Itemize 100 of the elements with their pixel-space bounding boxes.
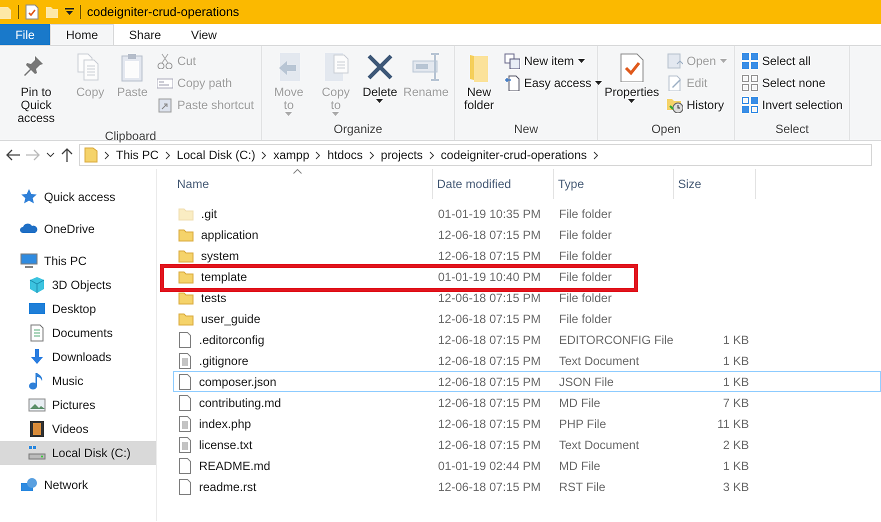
date-cell-text: 12-06-18 07:15 PM — [437, 478, 542, 496]
breadcrumb-item[interactable]: projects — [380, 146, 423, 164]
shortcut-icon — [157, 97, 174, 113]
nav-item[interactable]: Music — [0, 369, 156, 393]
file-name[interactable]: .git — [201, 204, 218, 222]
file-name[interactable]: readme.rst — [199, 478, 256, 496]
file-name[interactable]: .editorconfig — [199, 330, 264, 348]
breadcrumb-item[interactable]: htdocs — [327, 146, 363, 164]
folder-icon — [0, 5, 12, 19]
file-name[interactable]: template — [201, 268, 248, 286]
date-cell-text: 12-06-18 07:15 PM — [437, 332, 542, 348]
column-header[interactable]: Size — [674, 169, 756, 199]
date-cell-text: 12-06-18 07:15 PM — [437, 416, 542, 432]
date-cell-text: 12-06-18 07:15 PM — [437, 226, 542, 244]
column-header[interactable]: Name — [173, 169, 433, 199]
nav-item[interactable]: OneDrive — [0, 217, 156, 241]
file-name[interactable]: README.md — [199, 456, 270, 474]
ribbon-button[interactable]: History — [664, 94, 730, 116]
chevron-icon[interactable] — [428, 150, 435, 160]
date-cell-text: 12-06-18 07:15 PM — [437, 374, 542, 390]
ribbon-tab[interactable]: Home — [50, 24, 114, 45]
breadcrumb-item[interactable]: xampp — [273, 146, 310, 164]
nav-item[interactable]: Quick access — [0, 185, 156, 209]
properties-icon[interactable] — [25, 4, 39, 20]
chevron-icon[interactable] — [368, 150, 375, 160]
type-cell-text: MD File — [558, 458, 602, 474]
file-name[interactable]: index.php — [199, 414, 252, 432]
type-cell-text: RST File — [558, 478, 606, 496]
breadcrumb-item[interactable]: This PC — [116, 146, 159, 164]
chevron-icon[interactable] — [261, 150, 268, 160]
nav-item[interactable]: Local Disk (C:) — [0, 441, 156, 465]
computer-icon — [20, 252, 38, 270]
chevron-icon[interactable] — [164, 150, 171, 160]
dropdown-icon[interactable] — [65, 8, 74, 16]
ribbon-button[interactable]: Pin to Quick access — [4, 50, 68, 127]
select-none-icon — [742, 75, 758, 91]
nav-item[interactable]: Pictures — [0, 393, 156, 417]
easy-access-icon — [504, 75, 520, 91]
nav-item[interactable]: Network — [0, 473, 156, 497]
type-cell-text: File folder — [558, 226, 613, 244]
type-cell-text: File folder — [558, 290, 613, 306]
date-cell-text: 01-01-19 10:35 PM — [437, 206, 542, 222]
column-header[interactable]: Date modified — [433, 169, 554, 199]
ribbon-button[interactable]: Select none — [739, 72, 846, 94]
file-name[interactable]: tests — [201, 288, 226, 306]
date-cell-text: 12-06-18 07:15 PM — [437, 290, 542, 306]
file-menu-tab[interactable]: File — [0, 24, 50, 45]
date-cell-text: 12-06-18 07:15 PM — [437, 394, 542, 412]
nav-item[interactable]: Desktop — [0, 297, 156, 321]
ribbon-button[interactable]: Select all — [739, 50, 846, 72]
nav-item[interactable]: Videos — [0, 417, 156, 441]
file-name[interactable]: license.txt — [199, 436, 252, 454]
ribbon-button[interactable]: Delete — [360, 50, 400, 120]
history-icon — [666, 97, 683, 113]
file-name[interactable]: user_guide — [201, 310, 260, 328]
select-all-icon — [742, 53, 758, 69]
size-cell-text: 2 KB — [722, 436, 750, 454]
back-icon[interactable] — [6, 149, 20, 161]
chevron-icon[interactable] — [592, 150, 599, 160]
scissors-icon — [157, 53, 174, 69]
date-cell-text: 01-01-19 02:44 PM — [437, 458, 542, 474]
ribbon-tab[interactable]: Share — [114, 24, 176, 45]
file-name[interactable]: contributing.md — [199, 394, 282, 412]
group-label: Open — [650, 121, 682, 138]
type-cell-text: File folder — [558, 248, 613, 264]
date-cell-text: 12-06-18 07:15 PM — [437, 436, 542, 454]
type-cell-text: PHP File — [558, 416, 608, 432]
type-cell-text: File folder — [558, 268, 613, 286]
ribbon-button[interactable]: Invert selection — [739, 94, 846, 116]
type-cell-text: Text Document — [558, 436, 640, 454]
column-header[interactable]: Type — [554, 169, 674, 199]
picture-icon — [28, 396, 46, 414]
ribbon-button[interactable]: New folder — [459, 50, 499, 120]
nav-item[interactable]: Documents — [0, 321, 156, 345]
file-name[interactable]: composer.json — [199, 372, 276, 390]
recent-locations-icon[interactable] — [46, 152, 55, 158]
address-bar[interactable]: This PC Local Disk (C:) xampp htdocs projects codeigniter-crud-operations — [79, 144, 872, 166]
date-cell-text: 12-06-18 07:15 PM — [437, 352, 542, 370]
nav-item[interactable]: 3D Objects — [0, 273, 156, 297]
nav-item[interactable]: This PC — [0, 249, 156, 273]
ribbon-tab[interactable]: View — [176, 24, 232, 45]
download-icon — [28, 348, 46, 366]
group-label: Select — [774, 121, 810, 138]
delete-icon — [364, 52, 395, 82]
file-name[interactable]: .gitignore — [199, 352, 248, 370]
type-cell-text: MD File — [558, 394, 602, 412]
network-icon — [20, 476, 38, 494]
chevron-icon[interactable] — [315, 150, 322, 160]
up-icon[interactable] — [61, 148, 73, 162]
type-cell-text: JSON File — [558, 374, 615, 390]
file-name[interactable]: application — [201, 226, 258, 244]
film-icon — [28, 420, 46, 438]
nav-item[interactable]: Downloads — [0, 345, 156, 369]
breadcrumb-item[interactable]: Local Disk (C:) — [176, 146, 256, 164]
size-cell-text: 1 KB — [722, 458, 750, 474]
file-name[interactable]: system — [201, 246, 240, 264]
chevron-icon[interactable] — [104, 150, 110, 160]
edit-icon — [666, 75, 683, 91]
group-label: Organize — [332, 121, 384, 138]
breadcrumb-item[interactable]: codeigniter-crud-operations — [440, 146, 587, 164]
